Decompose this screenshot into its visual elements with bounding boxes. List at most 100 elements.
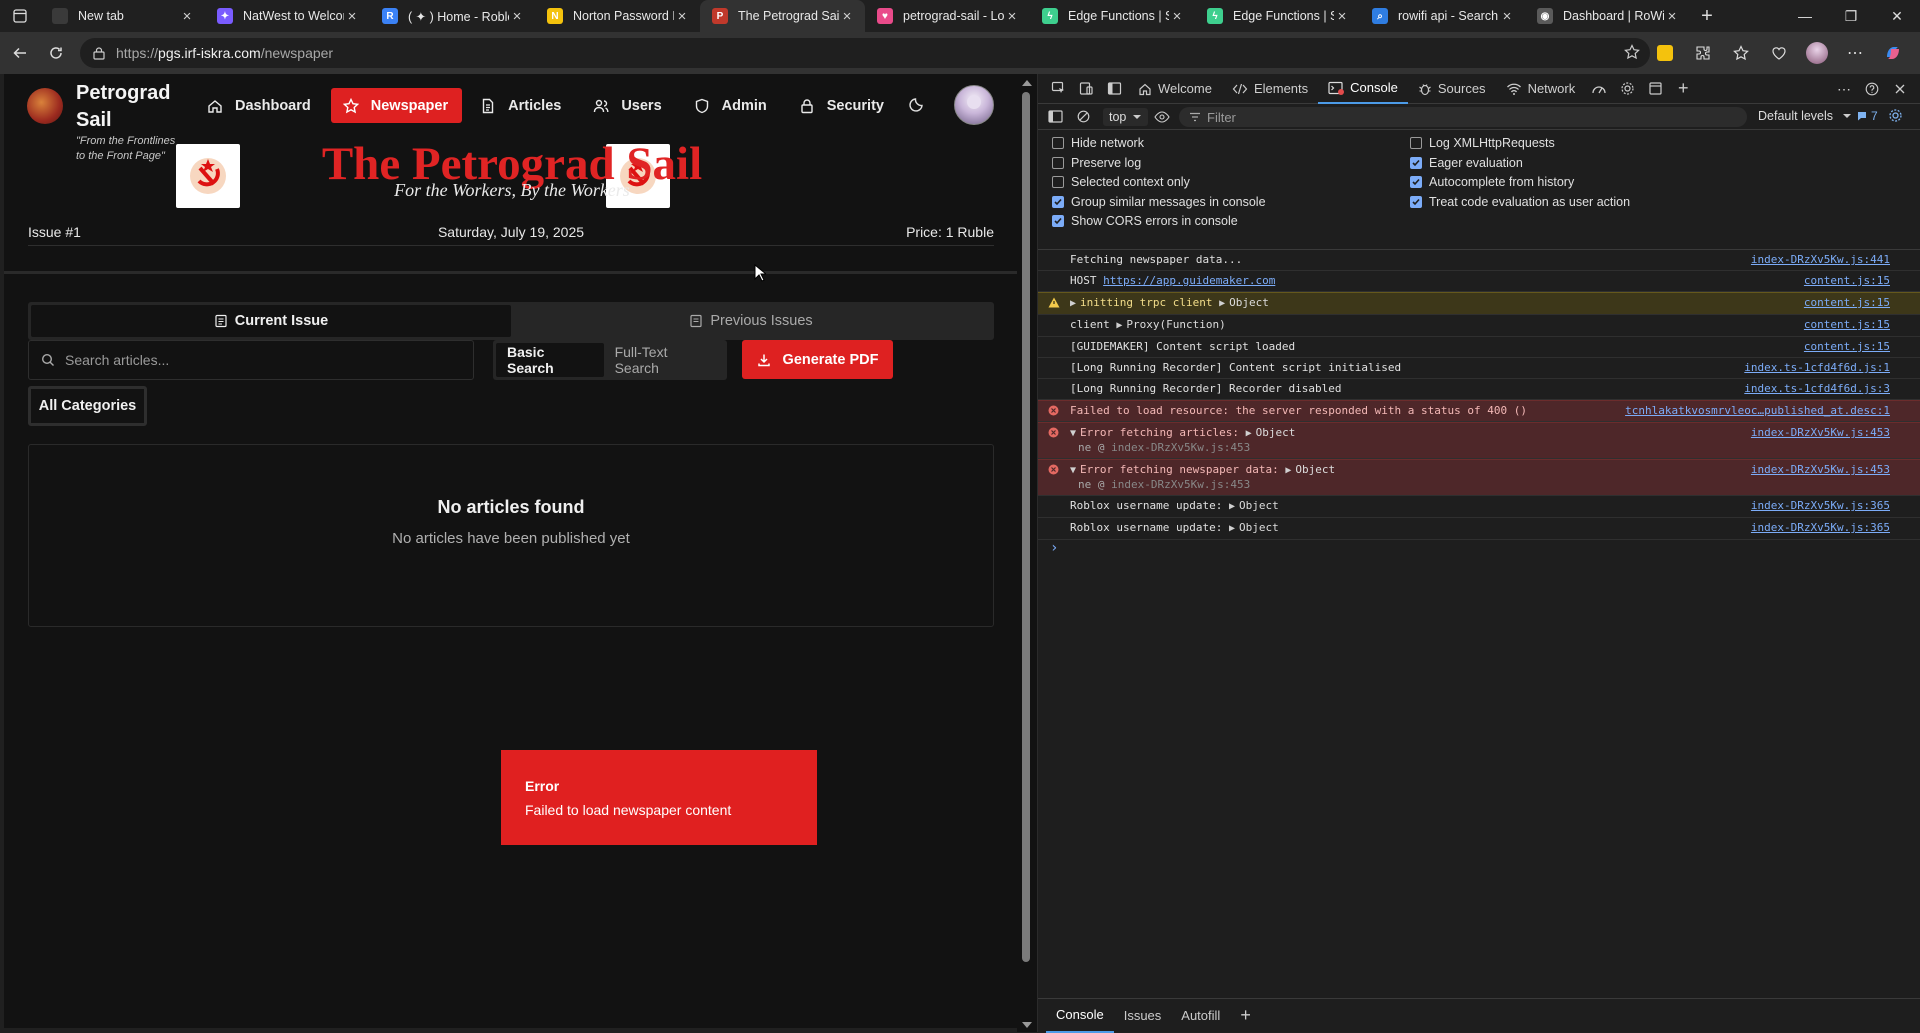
scroll-down-arrow[interactable] [1022, 1022, 1032, 1028]
clear-console-button[interactable] [1069, 103, 1097, 131]
context-selector[interactable]: top [1103, 107, 1149, 126]
generate-pdf-button[interactable]: Generate PDF [742, 340, 893, 379]
expanded-triangle-icon[interactable]: ▼ [1070, 465, 1076, 476]
source-link[interactable]: content.js:15 [1804, 340, 1890, 354]
user-avatar[interactable] [954, 85, 994, 125]
close-tab-icon[interactable]: × [1499, 8, 1515, 25]
source-link[interactable]: index-DRzXv5Kw.js:365 [1751, 499, 1890, 513]
scrollbar-thumb[interactable] [1022, 92, 1030, 962]
devtools-tab-elements[interactable]: Elements [1222, 74, 1318, 104]
source-link[interactable]: content.js:15 [1804, 296, 1890, 310]
nav-newspaper[interactable]: Newspaper [330, 88, 463, 123]
stack-link[interactable]: index-DRzXv5Kw.js:453 [1111, 441, 1250, 454]
minimize-button[interactable]: — [1782, 0, 1828, 32]
fulltext-search-button[interactable]: Full-Text Search [604, 343, 724, 377]
issues-counter[interactable]: 7 [1856, 108, 1903, 123]
help-button[interactable] [1858, 75, 1886, 103]
drawer-add-tab-button[interactable]: + [1230, 999, 1261, 1033]
devtools-more-button[interactable]: ⋯ [1830, 75, 1858, 103]
nav-articles[interactable]: Articles [468, 88, 575, 123]
browser-tab[interactable]: ♥ petrograd-sail - Lovable× [865, 0, 1030, 32]
setting-checkbox[interactable]: Selected context only [1052, 175, 1190, 189]
basic-search-button[interactable]: Basic Search [496, 343, 604, 377]
browser-tab[interactable]: ϟ Edge Functions | Supabase× [1195, 0, 1360, 32]
restore-button[interactable]: ❐ [1828, 0, 1874, 32]
copilot-button[interactable] [1874, 35, 1912, 71]
site-brand[interactable]: Petrograd Sail [76, 80, 176, 134]
device-emulation-button[interactable] [1072, 75, 1100, 103]
site-logo[interactable] [27, 88, 63, 124]
object-preview[interactable]: ▶ Object [1285, 463, 1335, 476]
source-link[interactable]: index-DRzXv5Kw.js:441 [1751, 253, 1890, 267]
close-tab-icon[interactable]: × [674, 8, 690, 25]
favorites-button[interactable] [1722, 35, 1760, 71]
source-link[interactable]: index-DRzXv5Kw.js:453 [1751, 426, 1890, 440]
more-tabs-button[interactable]: + [1669, 75, 1697, 103]
drawer-tab-autofill[interactable]: Autofill [1171, 999, 1230, 1033]
console-prompt[interactable]: › [1038, 540, 1920, 562]
scroll-up-arrow[interactable] [1022, 80, 1032, 86]
extensions-button[interactable] [1684, 35, 1722, 71]
source-link[interactable]: content.js:15 [1804, 274, 1890, 288]
source-link[interactable]: content.js:15 [1804, 318, 1890, 332]
source-link[interactable]: index.ts-1cfd4f6d.js:3 [1744, 382, 1890, 396]
norton-extension-button[interactable] [1646, 35, 1684, 71]
setting-checkbox[interactable]: Eager evaluation [1410, 156, 1523, 170]
message-link[interactable]: https://app.guidemaker.com [1103, 274, 1275, 287]
close-tab-icon[interactable]: × [179, 8, 195, 25]
close-tab-icon[interactable]: × [1004, 8, 1020, 25]
browser-tab[interactable]: ⌕ rowifi api - Search × [1360, 0, 1525, 32]
setting-checkbox[interactable]: Autocomplete from history [1410, 175, 1574, 189]
close-tab-icon[interactable]: × [509, 8, 525, 25]
source-link[interactable]: index-DRzXv5Kw.js:453 [1751, 463, 1890, 477]
devtools-tab-network[interactable]: Network [1496, 74, 1586, 104]
console-settings-gear-icon[interactable] [1888, 108, 1903, 123]
close-tab-icon[interactable]: × [1169, 8, 1185, 25]
source-link[interactable]: index-DRzXv5Kw.js:365 [1751, 521, 1890, 535]
browser-tab[interactable]: R ( ✦ ) Home - Roblox× [370, 0, 535, 32]
nav-users[interactable]: Users [581, 88, 675, 123]
category-filter-button[interactable]: All Categories [28, 386, 147, 426]
profile-button[interactable] [1798, 35, 1836, 71]
drawer-tab-console[interactable]: Console [1046, 999, 1114, 1033]
setting-checkbox[interactable]: Preserve log [1052, 156, 1141, 170]
object-preview[interactable]: ▶ Object [1219, 296, 1269, 309]
drawer-tab-issues[interactable]: Issues [1114, 999, 1172, 1033]
tab-current-issue[interactable]: Current Issue [31, 305, 511, 337]
nav-dashboard[interactable]: Dashboard [195, 88, 325, 123]
nav-security[interactable]: Security [787, 88, 898, 123]
browser-tab[interactable]: New tab × [40, 0, 205, 32]
console-filter[interactable]: Filter [1179, 107, 1747, 127]
stack-link[interactable]: index-DRzXv5Kw.js:453 [1111, 478, 1250, 491]
browser-tab[interactable]: N Norton Password Manager× [535, 0, 700, 32]
live-expression-button[interactable] [1148, 103, 1176, 131]
inspect-element-button[interactable] [1044, 75, 1072, 103]
browser-essentials-button[interactable] [1760, 35, 1798, 71]
close-window-button[interactable]: ✕ [1874, 0, 1920, 32]
performance-tab-button[interactable] [1585, 75, 1613, 103]
back-button[interactable] [2, 35, 38, 71]
site-info-icon[interactable] [92, 46, 106, 60]
setting-checkbox[interactable]: Show CORS errors in console [1052, 214, 1238, 228]
source-link[interactable]: tcnhlakatkvosmrvleoc…published_at.desc:1 [1625, 404, 1890, 418]
log-levels-dropdown[interactable]: Default levels [1758, 109, 1852, 123]
close-tab-icon[interactable]: × [1334, 8, 1350, 25]
sidebar-toggle-button[interactable] [1041, 103, 1069, 131]
close-tab-icon[interactable]: × [344, 8, 360, 25]
devtools-tab-console[interactable]: Console [1318, 74, 1408, 104]
devtools-tab-sources[interactable]: Sources [1408, 74, 1496, 104]
new-tab-button[interactable]: + [1690, 0, 1724, 32]
search-input[interactable] [65, 352, 445, 368]
collapsed-triangle-icon[interactable]: ▶ [1070, 298, 1076, 309]
nav-admin[interactable]: Admin [682, 88, 781, 123]
object-preview[interactable]: ▶ Object [1229, 521, 1279, 534]
refresh-button[interactable] [38, 35, 74, 71]
theme-toggle-button[interactable] [909, 96, 925, 112]
close-devtools-button[interactable] [1886, 75, 1914, 103]
memory-tab-button[interactable] [1613, 75, 1641, 103]
browser-tab[interactable]: ϟ Edge Functions | Supabase× [1030, 0, 1195, 32]
object-preview[interactable]: ▶ Object [1246, 426, 1296, 439]
close-tab-icon[interactable]: × [839, 8, 855, 25]
page-scrollbar[interactable] [1017, 74, 1037, 1032]
settings-more-button[interactable]: ⋯ [1836, 35, 1874, 71]
